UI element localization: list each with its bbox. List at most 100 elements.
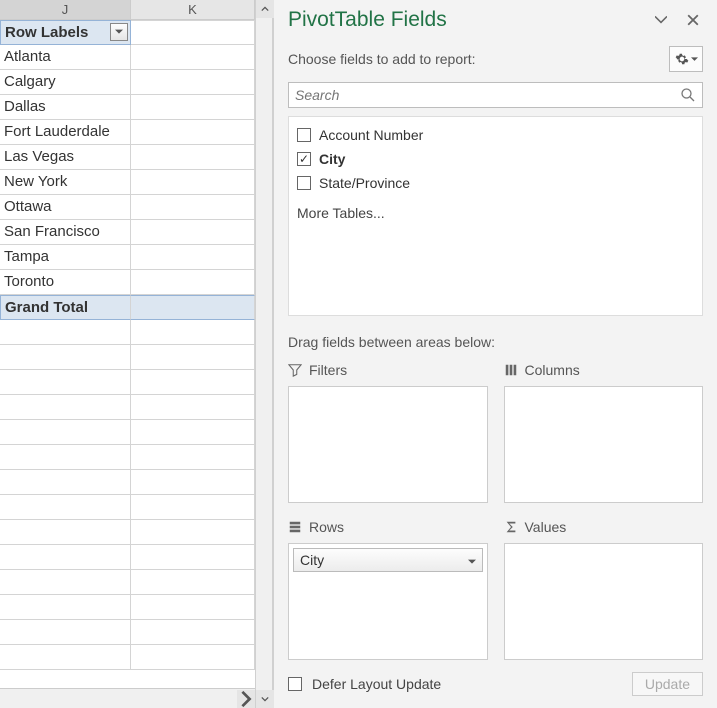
field-chip[interactable]: City (293, 548, 483, 572)
sigma-icon (504, 520, 518, 534)
cell[interactable] (0, 320, 131, 345)
cell[interactable] (0, 445, 131, 470)
cell[interactable] (131, 70, 255, 95)
cell[interactable]: Fort Lauderdale (0, 120, 131, 145)
rows-icon (288, 520, 302, 534)
choose-fields-label: Choose fields to add to report: (288, 51, 669, 67)
more-tables-link[interactable]: More Tables... (297, 205, 694, 221)
defer-layout-checkbox[interactable] (288, 677, 302, 691)
field-item[interactable]: Account Number (297, 123, 694, 147)
scroll-right-button[interactable] (237, 690, 255, 708)
cell[interactable] (0, 495, 131, 520)
search-input[interactable] (295, 87, 680, 103)
columns-icon (504, 363, 518, 377)
cell[interactable] (0, 520, 131, 545)
cell[interactable]: Row Labels (0, 20, 131, 45)
cell[interactable]: Atlanta (0, 45, 131, 70)
cell[interactable]: Las Vegas (0, 145, 131, 170)
chevron-down-icon (468, 552, 476, 568)
cell[interactable] (131, 345, 255, 370)
defer-layout-label: Defer Layout Update (312, 676, 622, 692)
cell[interactable]: Calgary (0, 70, 131, 95)
columns-area[interactable]: Columns (504, 358, 704, 503)
gear-icon (675, 52, 689, 66)
cell[interactable] (131, 420, 255, 445)
cell[interactable] (131, 45, 255, 70)
drag-areas-label: Drag fields between areas below: (288, 334, 703, 350)
panel-title: PivotTable Fields (288, 8, 639, 32)
cell[interactable] (0, 420, 131, 445)
field-checkbox[interactable] (297, 128, 311, 142)
filters-title: Filters (309, 362, 347, 378)
cell[interactable] (131, 595, 255, 620)
cell[interactable] (131, 645, 255, 670)
field-item[interactable]: City (297, 147, 694, 171)
cell[interactable] (0, 370, 131, 395)
cell[interactable]: Toronto (0, 270, 131, 295)
filter-icon (288, 363, 302, 377)
column-headers: J K (0, 0, 255, 20)
column-header-J[interactable]: J (0, 0, 131, 19)
spreadsheet: J K Row LabelsAtlantaCalgaryDallasFort L… (0, 0, 255, 708)
cell[interactable] (131, 20, 255, 45)
column-header-K[interactable]: K (131, 0, 255, 19)
cell[interactable] (0, 470, 131, 495)
cell[interactable] (0, 345, 131, 370)
values-area[interactable]: Values (504, 515, 704, 660)
field-checkbox[interactable] (297, 152, 311, 166)
field-label: State/Province (319, 175, 410, 191)
cell[interactable] (131, 320, 255, 345)
cell[interactable] (131, 570, 255, 595)
field-item[interactable]: State/Province (297, 171, 694, 195)
cell[interactable] (131, 295, 255, 320)
tools-button[interactable] (669, 46, 703, 72)
close-icon[interactable] (683, 10, 703, 30)
scroll-down-button[interactable] (256, 690, 274, 708)
cell[interactable] (131, 395, 255, 420)
cell[interactable] (131, 370, 255, 395)
vertical-scrollbar[interactable] (255, 0, 273, 708)
field-checkbox[interactable] (297, 176, 311, 190)
search-icon (680, 87, 696, 103)
cell[interactable] (131, 95, 255, 120)
cell[interactable] (131, 170, 255, 195)
cell[interactable] (131, 120, 255, 145)
pivottable-fields-panel: PivotTable Fields Choose fields to add t… (273, 0, 717, 708)
filter-dropdown-button[interactable] (110, 23, 128, 41)
cell[interactable]: San Francisco (0, 220, 131, 245)
update-button[interactable]: Update (632, 672, 703, 696)
cell[interactable] (0, 395, 131, 420)
cell[interactable] (131, 470, 255, 495)
cell[interactable] (0, 620, 131, 645)
field-label: City (319, 151, 345, 167)
field-list: Account Number City State/Province More Tab… (288, 116, 703, 316)
cell[interactable] (131, 270, 255, 295)
cell[interactable] (131, 145, 255, 170)
chip-label: City (300, 552, 324, 568)
cell[interactable] (0, 595, 131, 620)
filters-area[interactable]: Filters (288, 358, 488, 503)
cell[interactable]: New York (0, 170, 131, 195)
cell[interactable] (0, 570, 131, 595)
cell[interactable]: Ottawa (0, 195, 131, 220)
cell[interactable] (131, 620, 255, 645)
horizontal-scrollbar[interactable] (0, 688, 255, 708)
cell[interactable] (131, 495, 255, 520)
cell[interactable] (0, 645, 131, 670)
cell[interactable] (131, 545, 255, 570)
cell[interactable] (131, 220, 255, 245)
scroll-up-button[interactable] (256, 0, 274, 18)
cell[interactable] (131, 445, 255, 470)
values-title: Values (525, 519, 567, 535)
panel-dropdown-button[interactable] (651, 10, 671, 30)
cell[interactable] (131, 245, 255, 270)
cell[interactable] (131, 520, 255, 545)
search-input-container (288, 82, 703, 108)
cell[interactable]: Dallas (0, 95, 131, 120)
cell[interactable]: Grand Total (0, 295, 131, 320)
cell[interactable]: Tampa (0, 245, 131, 270)
rows-area[interactable]: Rows City (288, 515, 488, 660)
columns-title: Columns (525, 362, 580, 378)
cell[interactable] (131, 195, 255, 220)
cell[interactable] (0, 545, 131, 570)
